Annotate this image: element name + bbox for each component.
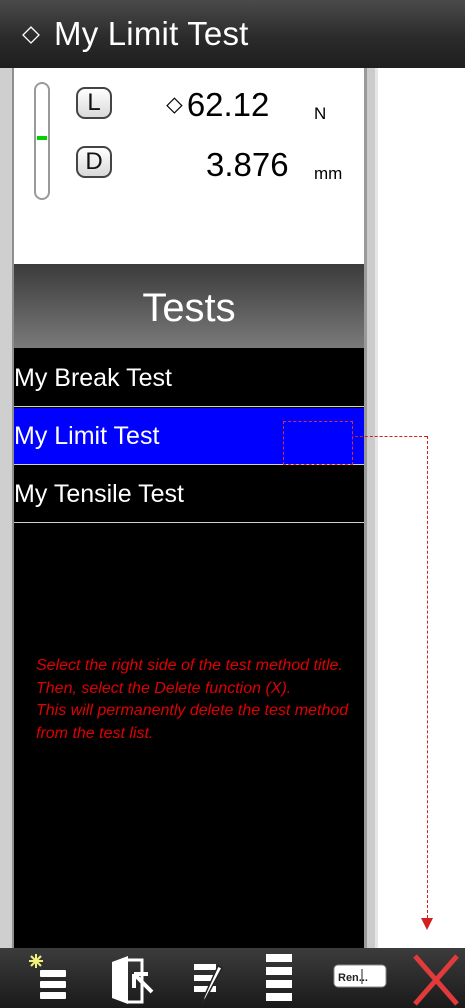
distance-key-button[interactable]: D	[76, 146, 112, 178]
sort-diamond-icon[interactable]: ⬦	[16, 18, 46, 50]
load-meter-indicator	[37, 136, 47, 140]
selection-target-box[interactable]	[283, 421, 353, 465]
new-list-icon	[29, 954, 66, 999]
load-reading: ⬦ 62.12	[166, 86, 269, 124]
load-key-button[interactable]: L	[76, 87, 112, 119]
tests-header: Tests	[14, 264, 364, 348]
rename-label: Ren...	[338, 972, 368, 984]
list-icon	[266, 954, 292, 1001]
import-icon	[112, 956, 154, 1004]
load-meter-gauge	[34, 82, 50, 200]
edit-list-icon	[194, 964, 224, 1005]
load-value: 62.12	[186, 86, 270, 123]
vertical-scrollbar[interactable]	[364, 68, 378, 948]
instruction-annotation: Select the right side of the test method…	[36, 657, 349, 742]
delete-x-icon	[413, 954, 459, 1006]
delete-button[interactable]	[407, 948, 465, 1008]
rename-button[interactable]: Ren...	[330, 948, 392, 1008]
test-list[interactable]: My Break Test My Limit Test My Tensile T…	[14, 348, 364, 948]
left-frame	[0, 68, 14, 948]
rename-icon: Ren...	[333, 964, 387, 988]
callout-line	[427, 436, 428, 918]
test-item-my-break-test[interactable]: My Break Test	[14, 350, 364, 407]
bottom-toolbar: Ren...	[0, 948, 465, 1008]
callout-line	[355, 436, 427, 437]
new-test-button[interactable]	[22, 948, 86, 1008]
page-title: My Limit Test	[54, 15, 249, 52]
test-item-label: My Tensile Test	[14, 480, 184, 508]
test-item-my-limit-test[interactable]: My Limit Test	[14, 408, 364, 465]
distance-unit: mm	[314, 164, 343, 183]
edit-button[interactable]	[186, 948, 236, 1008]
load-direction-icon: ⬦	[166, 91, 183, 118]
load-unit: N	[314, 104, 327, 123]
test-item-label: My Limit Test	[14, 422, 160, 450]
distance-value: 3.876	[206, 146, 289, 183]
status-panel: L ⬦ 62.12 N D 3.876 mm	[14, 68, 364, 264]
title-bar: ⬦ My Limit Test	[0, 0, 465, 68]
test-item-my-tensile-test[interactable]: My Tensile Test	[14, 466, 364, 523]
distance-reading: 3.876	[206, 146, 289, 184]
test-item-label: My Break Test	[14, 364, 172, 392]
import-button[interactable]	[104, 948, 160, 1008]
list-order-button[interactable]	[258, 948, 302, 1008]
callout-arrow-icon	[421, 918, 433, 930]
